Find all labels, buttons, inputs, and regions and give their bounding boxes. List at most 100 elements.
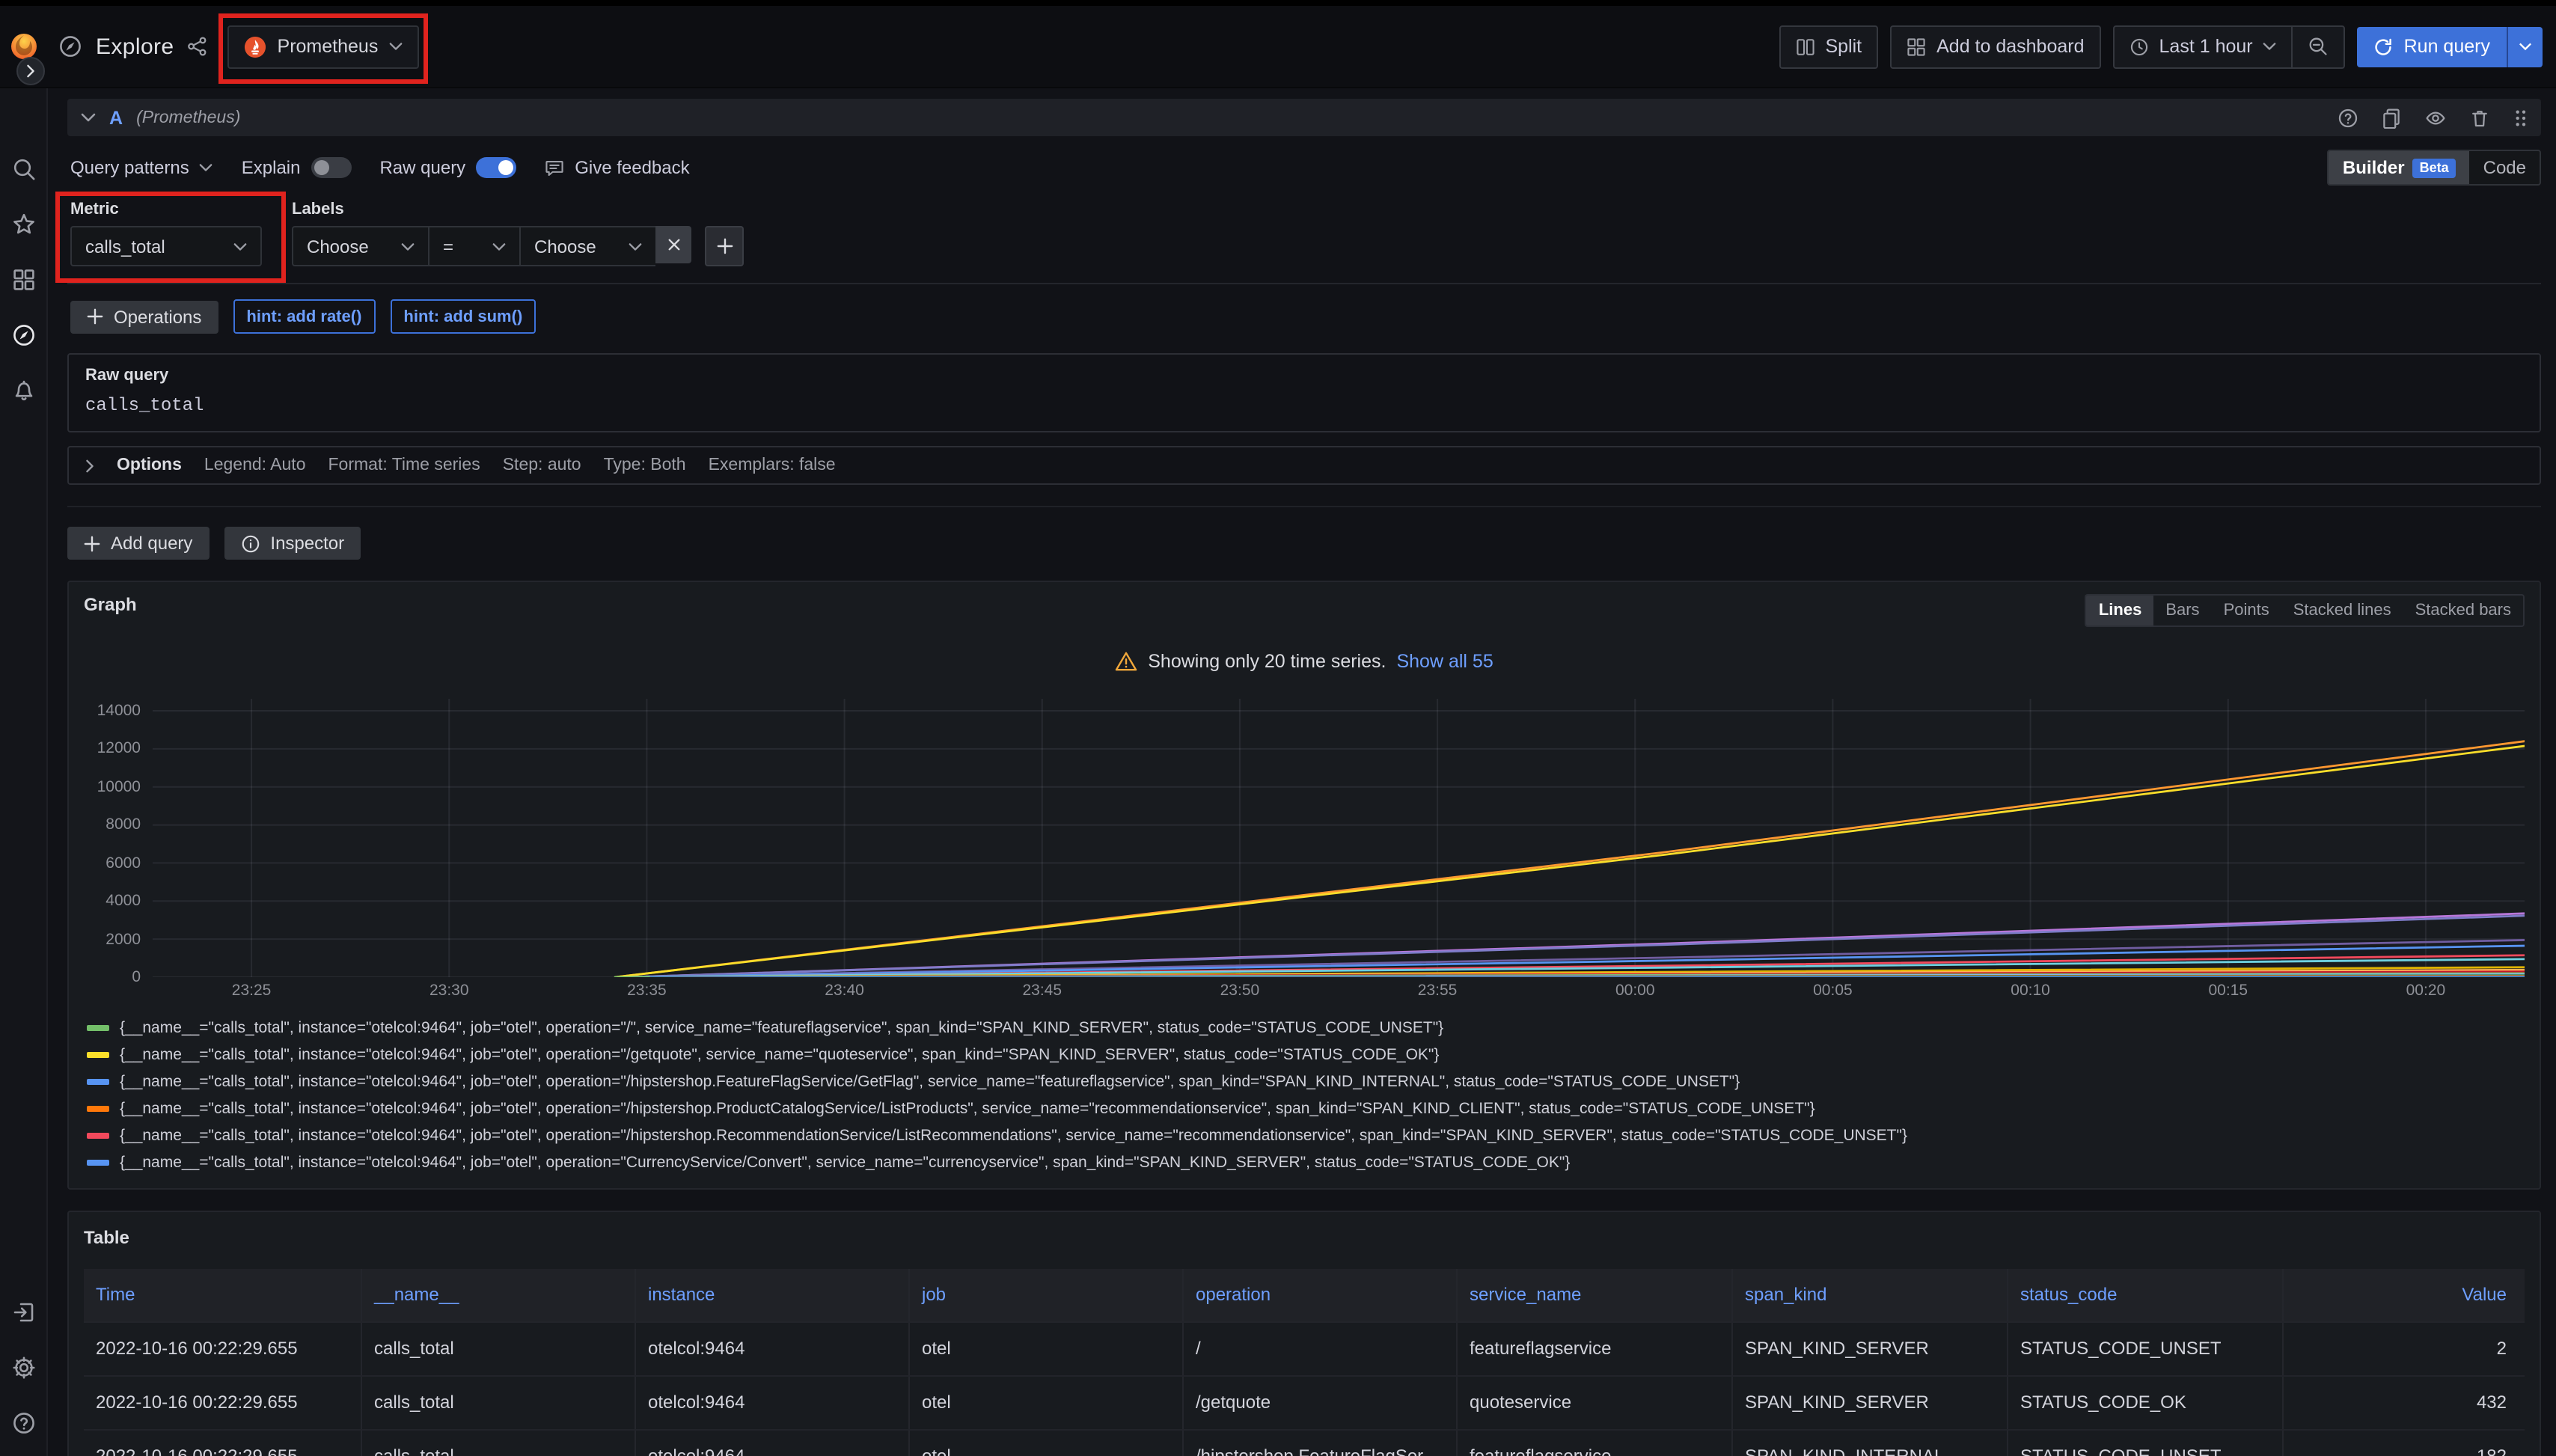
column-header-status-code[interactable]: status_code <box>2007 1269 2282 1321</box>
mode-bars[interactable]: Bars <box>2153 596 2211 625</box>
help-circle-icon <box>2338 107 2358 128</box>
duplicate-query-button[interactable] <box>2381 107 2402 128</box>
column-header-time[interactable]: Time <box>84 1269 361 1321</box>
query-patterns-dropdown[interactable]: Query patterns <box>70 157 213 178</box>
y-tick-label: 8000 <box>106 816 141 834</box>
give-feedback-label: Give feedback <box>575 157 689 178</box>
sidebar-item-explore[interactable] <box>11 323 35 347</box>
mode-lines[interactable]: Lines <box>2087 596 2153 625</box>
column-header-job[interactable]: job <box>908 1269 1182 1321</box>
run-query-button[interactable]: Run query <box>2358 26 2543 67</box>
table-row: 2022-10-16 00:22:29.655 calls_total otel… <box>84 1375 2525 1429</box>
grafana-logo[interactable] <box>0 31 46 61</box>
prometheus-logo-icon <box>245 35 267 58</box>
column-header-span-kind[interactable]: span_kind <box>1731 1269 2007 1321</box>
disable-query-button[interactable] <box>2424 107 2447 128</box>
column-header-instance[interactable]: instance <box>635 1269 908 1321</box>
add-to-dashboard-button[interactable]: Add to dashboard <box>1890 25 2100 68</box>
column-header-service-name[interactable]: service_name <box>1456 1269 1731 1321</box>
column-header-operation[interactable]: operation <box>1182 1269 1456 1321</box>
split-button[interactable]: Split <box>1779 25 1878 68</box>
hint-add-rate-button[interactable]: hint: add rate() <box>233 299 375 334</box>
chart-area: 02000400060008000100001200014000 23:2523… <box>84 693 2525 1003</box>
chevron-down-icon <box>2519 42 2532 51</box>
zoom-out-time-button[interactable] <box>2292 26 2344 67</box>
column-header-value[interactable]: Value <box>2282 1269 2525 1321</box>
cell-value: 182 <box>2282 1431 2525 1456</box>
inspector-button[interactable]: Inspector <box>224 527 361 560</box>
legend-swatch <box>87 1133 109 1139</box>
builder-tab[interactable]: Builder Beta <box>2329 151 2470 184</box>
explain-toggle[interactable] <box>311 157 351 178</box>
sidebar-item-search[interactable] <box>11 157 35 181</box>
legend-item[interactable]: {__name__="calls_total", instance="otelc… <box>87 1041 2525 1068</box>
column-header-name[interactable]: __name__ <box>361 1269 635 1321</box>
datasource-picker[interactable]: Prometheus <box>228 25 419 68</box>
chart-series-line <box>615 741 2525 977</box>
sidebar-item-alerting[interactable] <box>11 379 35 403</box>
editor-divider <box>67 283 2541 284</box>
legend-item[interactable]: {__name__="calls_total", instance="otelc… <box>87 1149 2525 1176</box>
copy-icon <box>2381 107 2402 128</box>
raw-query-preview: Raw query calls_total <box>67 353 2541 432</box>
add-query-button[interactable]: Add query <box>67 527 209 560</box>
sidebar-item-signin[interactable] <box>11 1300 35 1324</box>
expand-sidebar-button[interactable] <box>16 57 45 85</box>
query-row-header[interactable]: A (Prometheus) <box>67 99 2541 136</box>
table-panel: Table Time __name__ instance job operati… <box>67 1211 2541 1456</box>
query-options-row[interactable]: Options Legend: Auto Format: Time series… <box>67 446 2541 485</box>
viewport: Explore Prometheus <box>0 0 2556 1456</box>
graph-style-switcher: Lines Bars Points Stacked lines Stacked … <box>2085 594 2525 627</box>
collapse-chevron-icon[interactable] <box>81 112 96 123</box>
x-tick-label: 00:15 <box>2208 982 2248 1000</box>
drag-handle[interactable] <box>2513 107 2528 128</box>
datasource-name: Prometheus <box>278 36 379 57</box>
y-tick-label: 10000 <box>97 778 141 796</box>
legend-item[interactable]: {__name__="calls_total", instance="otelc… <box>87 1068 2525 1095</box>
chevron-down-icon <box>629 242 642 251</box>
code-tab[interactable]: Code <box>2470 151 2540 184</box>
legend-item[interactable]: {__name__="calls_total", instance="otelc… <box>87 1095 2525 1122</box>
sidebar-item-dashboards[interactable] <box>11 268 35 292</box>
query-help-button[interactable] <box>2338 107 2358 128</box>
remove-query-button[interactable] <box>2469 107 2490 128</box>
grafana-explore-page: Explore Prometheus <box>0 0 2556 1456</box>
remove-label-filter-button[interactable] <box>655 226 691 263</box>
operations-button[interactable]: Operations <box>70 300 218 333</box>
mode-stacked-bars[interactable]: Stacked bars <box>2403 596 2523 625</box>
sign-in-icon <box>11 1300 35 1324</box>
share-icon[interactable] <box>188 36 209 57</box>
raw-query-toggle[interactable] <box>476 157 516 178</box>
cell-name: calls_total <box>361 1323 635 1375</box>
metric-select[interactable]: calls_total <box>70 226 262 266</box>
sidebar-item-settings[interactable] <box>11 1356 35 1380</box>
add-to-dashboard-label: Add to dashboard <box>1936 36 2084 57</box>
add-label-filter-button[interactable] <box>705 226 744 266</box>
label-operator-select[interactable]: = <box>428 226 519 266</box>
warning-text: Showing only 20 time series. <box>1148 651 1386 672</box>
cell-job: otel <box>908 1323 1182 1375</box>
give-feedback-link[interactable]: Give feedback <box>545 157 689 178</box>
legend-item[interactable]: {__name__="calls_total", instance="otelc… <box>87 1122 2525 1149</box>
run-query-dropdown[interactable] <box>2507 26 2543 67</box>
mode-stacked-lines[interactable]: Stacked lines <box>2281 596 2403 625</box>
cell-time: 2022-10-16 00:22:29.655 <box>84 1377 361 1429</box>
x-tick-label: 23:50 <box>1220 982 1260 1000</box>
table-panel-title: Table <box>84 1227 129 1248</box>
show-all-series-link[interactable]: Show all 55 <box>1396 651 1493 672</box>
hint-add-sum-button[interactable]: hint: add sum() <box>390 299 536 334</box>
time-series-chart[interactable] <box>153 693 2525 977</box>
sidebar-item-starred[interactable] <box>11 212 35 236</box>
grip-dots-icon <box>2513 107 2528 128</box>
label-value-select[interactable]: Choose <box>519 226 655 266</box>
time-range-picker[interactable]: Last 1 hour <box>2115 26 2292 67</box>
query-datasource-hint: (Prometheus) <box>136 108 240 126</box>
mode-points[interactable]: Points <box>2212 596 2281 625</box>
legend-item[interactable]: {__name__="calls_total", instance="otelc… <box>87 1015 2525 1041</box>
label-key-select[interactable]: Choose <box>292 226 428 266</box>
explore-content: A (Prometheus) <box>46 88 2556 1456</box>
sidebar-item-help[interactable] <box>11 1411 35 1435</box>
option-legend: Legend: Auto <box>204 456 306 474</box>
cell-status-code: STATUS_CODE_OK <box>2007 1377 2282 1429</box>
option-type: Type: Both <box>604 456 686 474</box>
